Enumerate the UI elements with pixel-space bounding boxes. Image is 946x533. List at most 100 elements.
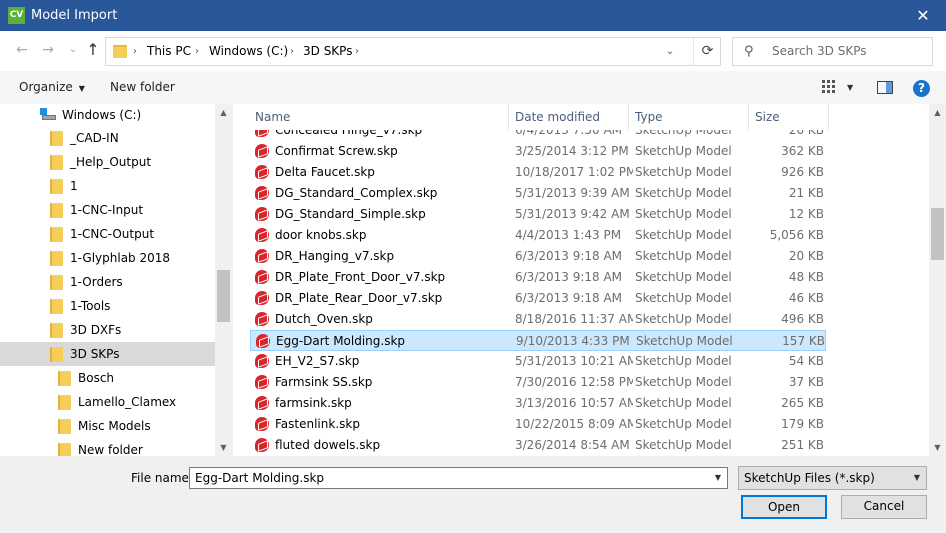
caret-down-icon: ▼ bbox=[78, 84, 85, 93]
file-name-cell: Dutch_Oven.skp bbox=[275, 312, 373, 326]
file-type-select[interactable]: SketchUp Files (*.skp) ▼ bbox=[738, 466, 927, 490]
file-size-cell: 362 KB bbox=[781, 144, 824, 158]
sidebar-item[interactable]: 1-Glyphlab 2018 bbox=[0, 246, 215, 270]
file-type-dropdown-icon[interactable]: ▼ bbox=[908, 467, 926, 489]
scroll-down-icon[interactable]: ▼ bbox=[215, 439, 232, 456]
sidebar-item[interactable]: Lamello_Clamex bbox=[0, 390, 215, 414]
file-row[interactable]: Farmsink SS.skp 7/30/2016 12:58 PM SketchU… bbox=[250, 372, 826, 393]
file-list-scrollbar[interactable]: ▲ ▼ bbox=[929, 104, 946, 456]
file-row[interactable]: DR_Plate_Rear_Door_v7.skp 6/3/2013 9:18 A… bbox=[250, 288, 826, 309]
back-arrow-icon[interactable]: ← bbox=[12, 39, 32, 61]
file-type-cell: SketchUp Model bbox=[635, 375, 732, 389]
file-name-cell: fluted dowels.skp bbox=[275, 438, 381, 452]
sidebar-item[interactable]: _Help_Output bbox=[0, 150, 215, 174]
scroll-up-icon[interactable]: ▲ bbox=[215, 104, 232, 121]
sidebar-item[interactable]: 1-Orders bbox=[0, 270, 215, 294]
open-button[interactable]: Open bbox=[741, 495, 827, 519]
file-row[interactable]: DR_Plate_Front_Door_v7.skp 6/3/2013 9:18 … bbox=[250, 267, 826, 288]
file-name-field[interactable]: Egg-Dart Molding.skp ▼ bbox=[189, 467, 728, 489]
file-name-dropdown-icon[interactable]: ▼ bbox=[709, 468, 727, 488]
file-size-cell: 37 KB bbox=[788, 375, 824, 389]
view-options-icon[interactable] bbox=[822, 80, 838, 94]
view-dropdown-icon[interactable]: ▼ bbox=[847, 71, 853, 104]
file-name-cell: Farmsink SS.skp bbox=[275, 375, 373, 389]
breadcrumb-separator: › bbox=[355, 46, 359, 57]
scrollbar-thumb[interactable] bbox=[217, 270, 230, 322]
breadcrumb-3d-skps[interactable]: 3D SKPs bbox=[303, 38, 352, 65]
file-row[interactable]: Egg-Dart Molding.skp 9/10/2013 4:33 PM Ske… bbox=[250, 330, 826, 351]
new-folder-button[interactable]: New folder bbox=[110, 71, 175, 104]
file-row[interactable]: farmsink.skp 3/13/2016 10:57 AM SketchUp M… bbox=[250, 393, 826, 414]
recent-locations-chevron-icon[interactable]: ⌄ bbox=[63, 39, 83, 61]
file-row[interactable]: DG_Standard_Simple.skp 5/31/2013 9:42 AM S… bbox=[250, 204, 826, 225]
organize-button[interactable]: Organize ▼ bbox=[19, 71, 85, 105]
sidebar-item[interactable]: Bosch bbox=[0, 366, 215, 390]
file-row[interactable]: DG_Standard_Complex.skp 5/31/2013 9:39 AM… bbox=[250, 183, 826, 204]
help-icon[interactable]: ? bbox=[913, 80, 930, 97]
file-row[interactable]: EH_V2_S7.skp 5/31/2013 10:21 AM SketchUp M… bbox=[250, 351, 826, 372]
sidebar-scrollbar[interactable]: ▲ ▼ bbox=[215, 104, 232, 456]
sidebar-item[interactable]: 3D SKPs bbox=[0, 342, 215, 366]
address-dropdown-icon[interactable]: ⌄ bbox=[660, 38, 680, 65]
folder-icon bbox=[50, 347, 63, 362]
sidebar-item[interactable]: Windows (C:) bbox=[0, 104, 215, 127]
file-type-cell: SketchUp Model bbox=[635, 186, 732, 200]
sidebar-item[interactable]: 1-CNC-Output bbox=[0, 222, 215, 246]
file-size-cell: 251 KB bbox=[781, 438, 824, 452]
search-box[interactable]: ⚲ Search 3D SKPs bbox=[732, 37, 933, 66]
column-header-name[interactable]: Name ^ bbox=[249, 104, 509, 130]
folder-icon bbox=[58, 371, 71, 386]
file-row[interactable]: door knobs.skp 4/4/2013 1:43 PM SketchUp M… bbox=[250, 225, 826, 246]
sort-ascending-icon: ^ bbox=[374, 104, 382, 111]
sketchup-file-icon bbox=[255, 270, 269, 284]
file-size-cell: 20 KB bbox=[788, 130, 824, 137]
sidebar-item[interactable]: Misc Models bbox=[0, 414, 215, 438]
cancel-button[interactable]: Cancel bbox=[841, 495, 927, 519]
sidebar-item[interactable]: 1-Tools bbox=[0, 294, 215, 318]
up-arrow-icon[interactable]: ↑ bbox=[83, 39, 103, 61]
folder-icon bbox=[50, 227, 63, 242]
sidebar-item[interactable]: 1 bbox=[0, 174, 215, 198]
file-row[interactable]: Dutch_Oven.skp 8/18/2016 11:37 AM SketchUp… bbox=[250, 309, 826, 330]
file-type-cell: SketchUp Model bbox=[635, 249, 732, 263]
file-row[interactable]: Fastenlink.skp 10/22/2015 8:09 AM SketchUp… bbox=[250, 414, 826, 435]
scrollbar-thumb[interactable] bbox=[931, 208, 944, 260]
close-icon[interactable]: ✕ bbox=[900, 0, 946, 31]
refresh-icon[interactable]: ⟳ bbox=[693, 38, 721, 65]
date-modified-cell: 3/25/2014 3:12 PM bbox=[515, 144, 629, 158]
column-header-size[interactable]: Size bbox=[749, 104, 829, 130]
file-row[interactable]: Delta Faucet.skp 10/18/2017 1:02 PM Sketch… bbox=[250, 162, 826, 183]
column-header-type[interactable]: Type bbox=[629, 104, 749, 130]
sidebar-item[interactable]: 3D DXFs bbox=[0, 318, 215, 342]
file-size-cell: 46 KB bbox=[788, 291, 824, 305]
preview-pane-icon[interactable] bbox=[877, 81, 893, 94]
file-size-cell: 5,056 KB bbox=[769, 228, 824, 242]
sidebar-item-label: 1-Orders bbox=[70, 275, 123, 289]
breadcrumb-separator: › bbox=[133, 46, 137, 57]
file-row[interactable]: Confirmat Screw.skp 3/25/2014 3:12 PM Sket… bbox=[250, 141, 826, 162]
file-type-cell: SketchUp Model bbox=[635, 438, 732, 452]
file-row[interactable]: DR_Hanging_v7.skp 6/3/2013 9:18 AM SketchU… bbox=[250, 246, 826, 267]
date-modified-cell: 6/4/2013 7:50 AM bbox=[515, 130, 623, 137]
file-row[interactable]: fluted dowels.skp 3/26/2014 8:54 AM Sketch… bbox=[250, 435, 826, 456]
breadcrumb-this-pc[interactable]: This PC bbox=[147, 38, 191, 65]
scroll-down-icon[interactable]: ▼ bbox=[929, 439, 946, 456]
drive-icon bbox=[40, 108, 56, 120]
sidebar-item-label: 3D SKPs bbox=[70, 347, 120, 361]
column-header-date[interactable]: Date modified bbox=[509, 104, 629, 130]
file-name-cell: Fastenlink.skp bbox=[275, 417, 360, 431]
navigation-bar: ← → ⌄ ↑ › This PC › Windows (C:) › 3D SK… bbox=[0, 31, 946, 71]
scroll-up-icon[interactable]: ▲ bbox=[929, 104, 946, 121]
sketchup-file-icon bbox=[255, 354, 269, 368]
forward-arrow-icon[interactable]: → bbox=[38, 39, 58, 61]
file-type-cell: SketchUp Model bbox=[635, 291, 732, 305]
sidebar-item[interactable]: _CAD-IN bbox=[0, 126, 215, 150]
address-bar[interactable]: › This PC › Windows (C:) › 3D SKPs › ⌄ ⟳ bbox=[105, 37, 721, 66]
sidebar-item[interactable]: New folder bbox=[0, 438, 215, 456]
breadcrumb-windows-c[interactable]: Windows (C:) bbox=[209, 38, 288, 65]
file-row[interactable]: Concealed Hinge_v7.skp 6/4/2013 7:50 AM Sk… bbox=[250, 130, 826, 141]
sidebar-item-label: Bosch bbox=[78, 371, 115, 385]
search-input[interactable]: Search 3D SKPs bbox=[772, 38, 867, 65]
sidebar-item[interactable]: 1-CNC-Input bbox=[0, 198, 215, 222]
file-name-value[interactable]: Egg-Dart Molding.skp bbox=[195, 468, 324, 488]
